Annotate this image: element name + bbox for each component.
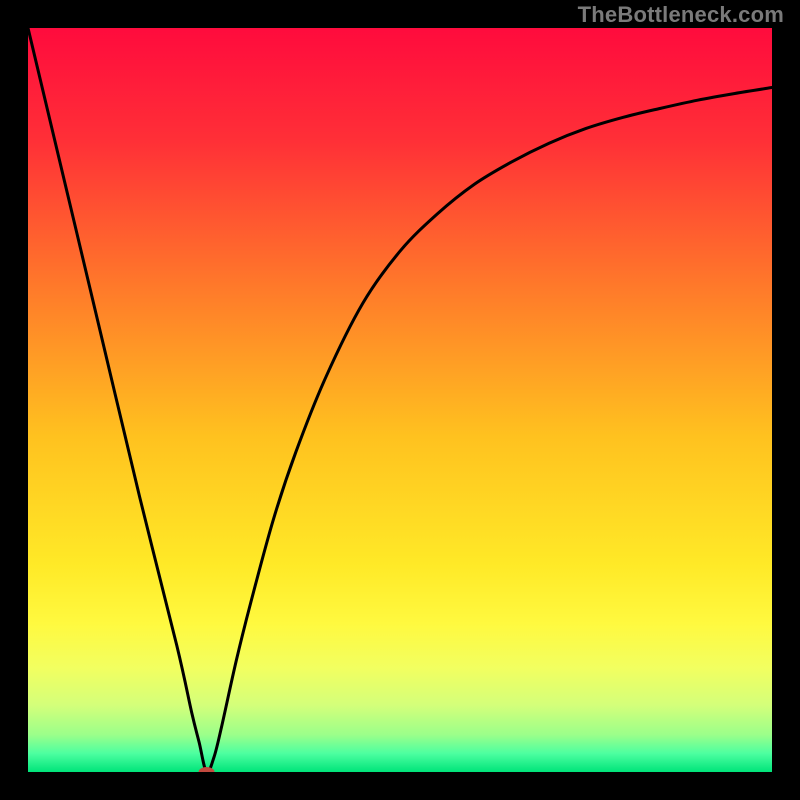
bottleneck-chart	[28, 28, 772, 772]
chart-background	[28, 28, 772, 772]
attribution-text: TheBottleneck.com	[578, 2, 784, 28]
chart-frame: TheBottleneck.com	[0, 0, 800, 800]
